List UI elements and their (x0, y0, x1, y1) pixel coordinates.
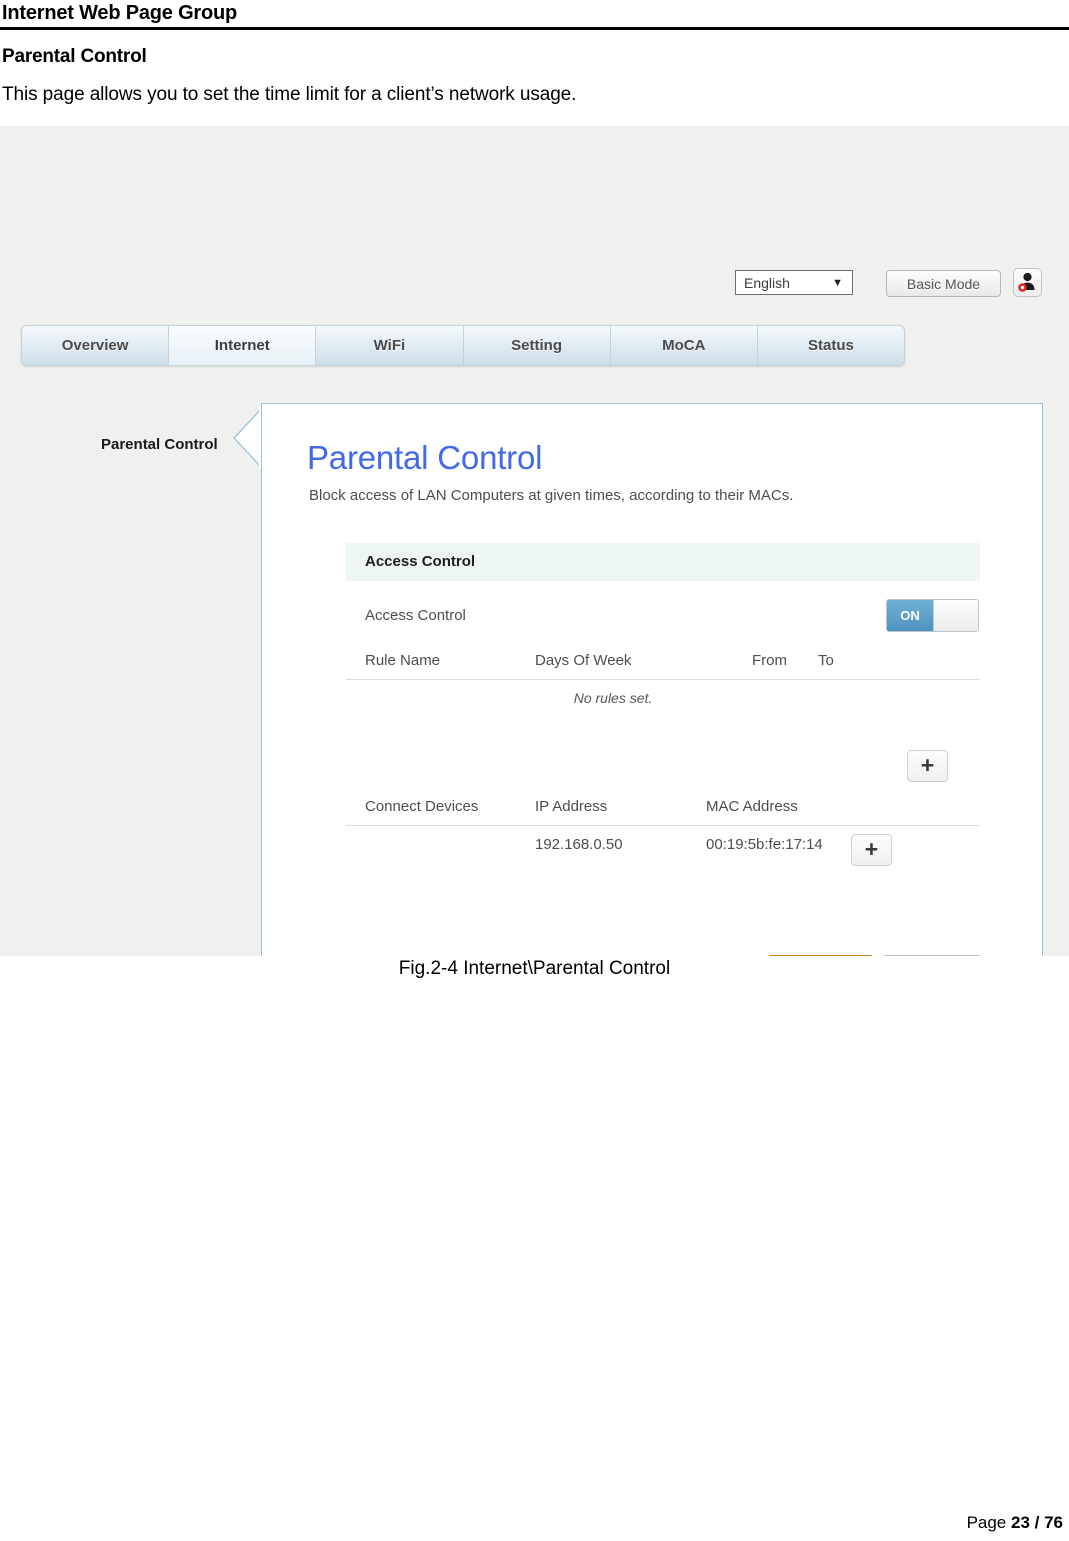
access-control-section-title: Access Control (365, 553, 476, 570)
panel-subtitle: Block access of LAN Computers at given t… (309, 487, 794, 504)
user-account-icon (1018, 272, 1035, 292)
add-device-button[interactable]: + (851, 834, 892, 866)
access-control-row: Access Control ON (346, 599, 980, 641)
document-header-title: Internet Web Page Group (2, 2, 238, 24)
language-select-value: English (744, 275, 790, 291)
toggle-knob[interactable] (933, 600, 978, 631)
rules-col-days-of-week: Days Of Week (535, 652, 632, 669)
cancel-button[interactable]: Cancel (882, 955, 982, 956)
intro-paragraph: This page allows you to set the time lim… (2, 84, 577, 105)
document-header-rule (0, 27, 1069, 30)
tab-status[interactable]: Status (758, 326, 904, 365)
language-select[interactable]: English ▼ (735, 270, 853, 295)
access-control-toggle[interactable]: ON (886, 599, 979, 632)
tab-moca[interactable]: MoCA (611, 326, 758, 365)
chevron-down-icon: ▼ (832, 277, 843, 289)
devices-table-header: Connect Devices IP Address MAC Address (346, 794, 980, 826)
apply-button[interactable]: Apply (767, 955, 874, 956)
rules-table-body: No rules set. (346, 680, 980, 720)
rules-col-to: To (818, 652, 834, 669)
devices-col-mac-address: MAC Address (706, 798, 798, 815)
parental-control-panel: Parental Control Block access of LAN Com… (261, 403, 1043, 956)
page-footer-number: 23 / 76 (1011, 1513, 1063, 1532)
device-mac-address: 00:19:5b:fe:17:14 (706, 836, 823, 853)
page-footer: Page 23 / 76 (967, 1513, 1063, 1533)
rules-table-header: Rule Name Days Of Week From To (346, 648, 980, 680)
add-rule-button[interactable]: + (907, 750, 948, 782)
panel-title: Parental Control (307, 439, 543, 476)
devices-col-ip-address: IP Address (535, 798, 608, 815)
tab-overview[interactable]: Overview (22, 326, 170, 365)
device-ip-address: 192.168.0.50 (535, 836, 623, 853)
access-control-label: Access Control (365, 607, 466, 624)
annotation-callout-label: Parental Control (101, 436, 218, 453)
user-account-button[interactable] (1013, 268, 1042, 297)
page-footer-prefix: Page (966, 1513, 1011, 1532)
rules-empty-message: No rules set. (573, 690, 653, 706)
rules-col-from: From (752, 652, 787, 669)
page-title: Parental Control (2, 46, 147, 67)
rules-col-rule-name: Rule Name (365, 652, 441, 669)
devices-col-connect-devices: Connect Devices (365, 798, 479, 815)
rules-table: Rule Name Days Of Week From To No rules … (346, 648, 980, 720)
document-header: Internet Web Page Group (0, 0, 1069, 30)
main-tabbar[interactable]: Overview Internet WiFi Setting MoCA Stat… (21, 325, 905, 366)
tab-wifi[interactable]: WiFi (316, 326, 464, 365)
basic-mode-button[interactable]: Basic Mode (886, 270, 1001, 297)
annotation-callout-arrow (232, 407, 262, 469)
tab-internet[interactable]: Internet (169, 326, 317, 365)
figure-caption: Fig.2-4 Internet\Parental Control (398, 958, 671, 979)
tab-setting[interactable]: Setting (464, 326, 611, 365)
access-control-section-header: Access Control (346, 543, 980, 581)
router-ui-screenshot: English ▼ Basic Mode Overview Internet W… (0, 126, 1069, 956)
toggle-on-label: ON (887, 600, 933, 631)
